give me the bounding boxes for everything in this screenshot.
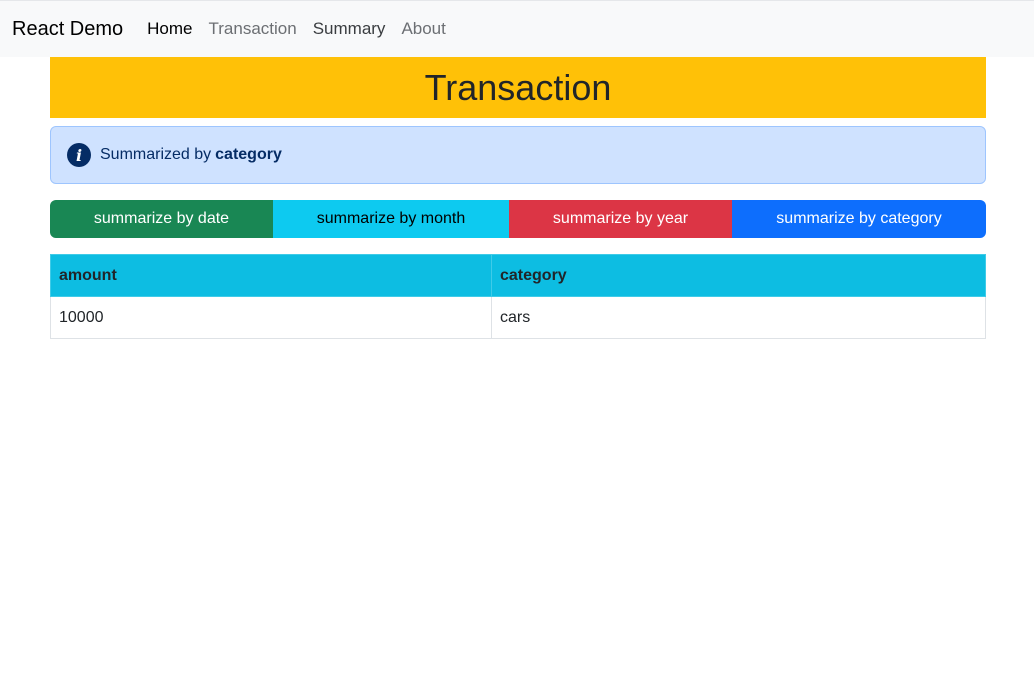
summarize-by-year-button[interactable]: summarize by year — [509, 200, 732, 238]
navbar: React Demo Home Transaction Summary Abou… — [0, 0, 1034, 57]
table-header-row: amount category — [50, 254, 986, 297]
table-row: 10000 cars — [50, 296, 986, 339]
alert-prefix: Summarized by — [100, 146, 212, 163]
cell-amount: 10000 — [50, 296, 492, 339]
page-title: Transaction — [424, 66, 612, 108]
nav-link-about[interactable]: About — [401, 19, 445, 39]
page-title-bar: Transaction — [50, 57, 986, 118]
brand-link[interactable]: React Demo — [12, 18, 123, 41]
nav-link-summary[interactable]: Summary — [313, 19, 386, 39]
summarize-by-date-button[interactable]: summarize by date — [50, 200, 273, 238]
summarize-by-category-button[interactable]: summarize by category — [732, 200, 986, 238]
column-header-amount: amount — [50, 254, 492, 297]
summary-alert: i Summarized by category — [50, 126, 986, 184]
summary-table: amount category 10000 cars — [50, 254, 986, 339]
cell-category: cars — [491, 296, 986, 339]
alert-value: category — [215, 146, 282, 163]
summarize-by-month-button[interactable]: summarize by month — [273, 200, 509, 238]
nav-link-home[interactable]: Home — [147, 19, 192, 39]
info-icon: i — [67, 143, 91, 167]
column-header-category: category — [491, 254, 986, 297]
summarize-button-group: summarize by date summarize by month sum… — [50, 200, 986, 238]
nav-link-transaction[interactable]: Transaction — [209, 19, 297, 39]
